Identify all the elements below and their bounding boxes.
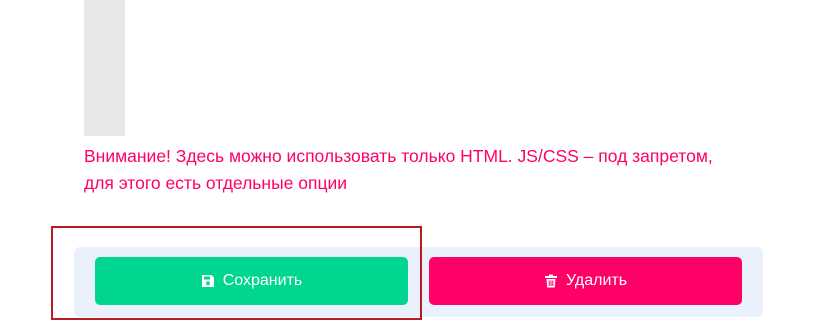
save-button-label: Сохранить: [222, 272, 303, 289]
trash-icon: [544, 274, 558, 288]
form-actions-panel: Сохранить Удалить: [74, 247, 763, 317]
floppy-disk-icon: [201, 274, 215, 288]
delete-button[interactable]: Удалить: [429, 257, 742, 305]
delete-button-label: Удалить: [565, 272, 628, 289]
html-only-warning: Внимание! Здесь можно использовать тольк…: [84, 146, 713, 193]
code-editor-gutter: [84, 0, 125, 136]
save-button[interactable]: Сохранить: [95, 257, 408, 305]
